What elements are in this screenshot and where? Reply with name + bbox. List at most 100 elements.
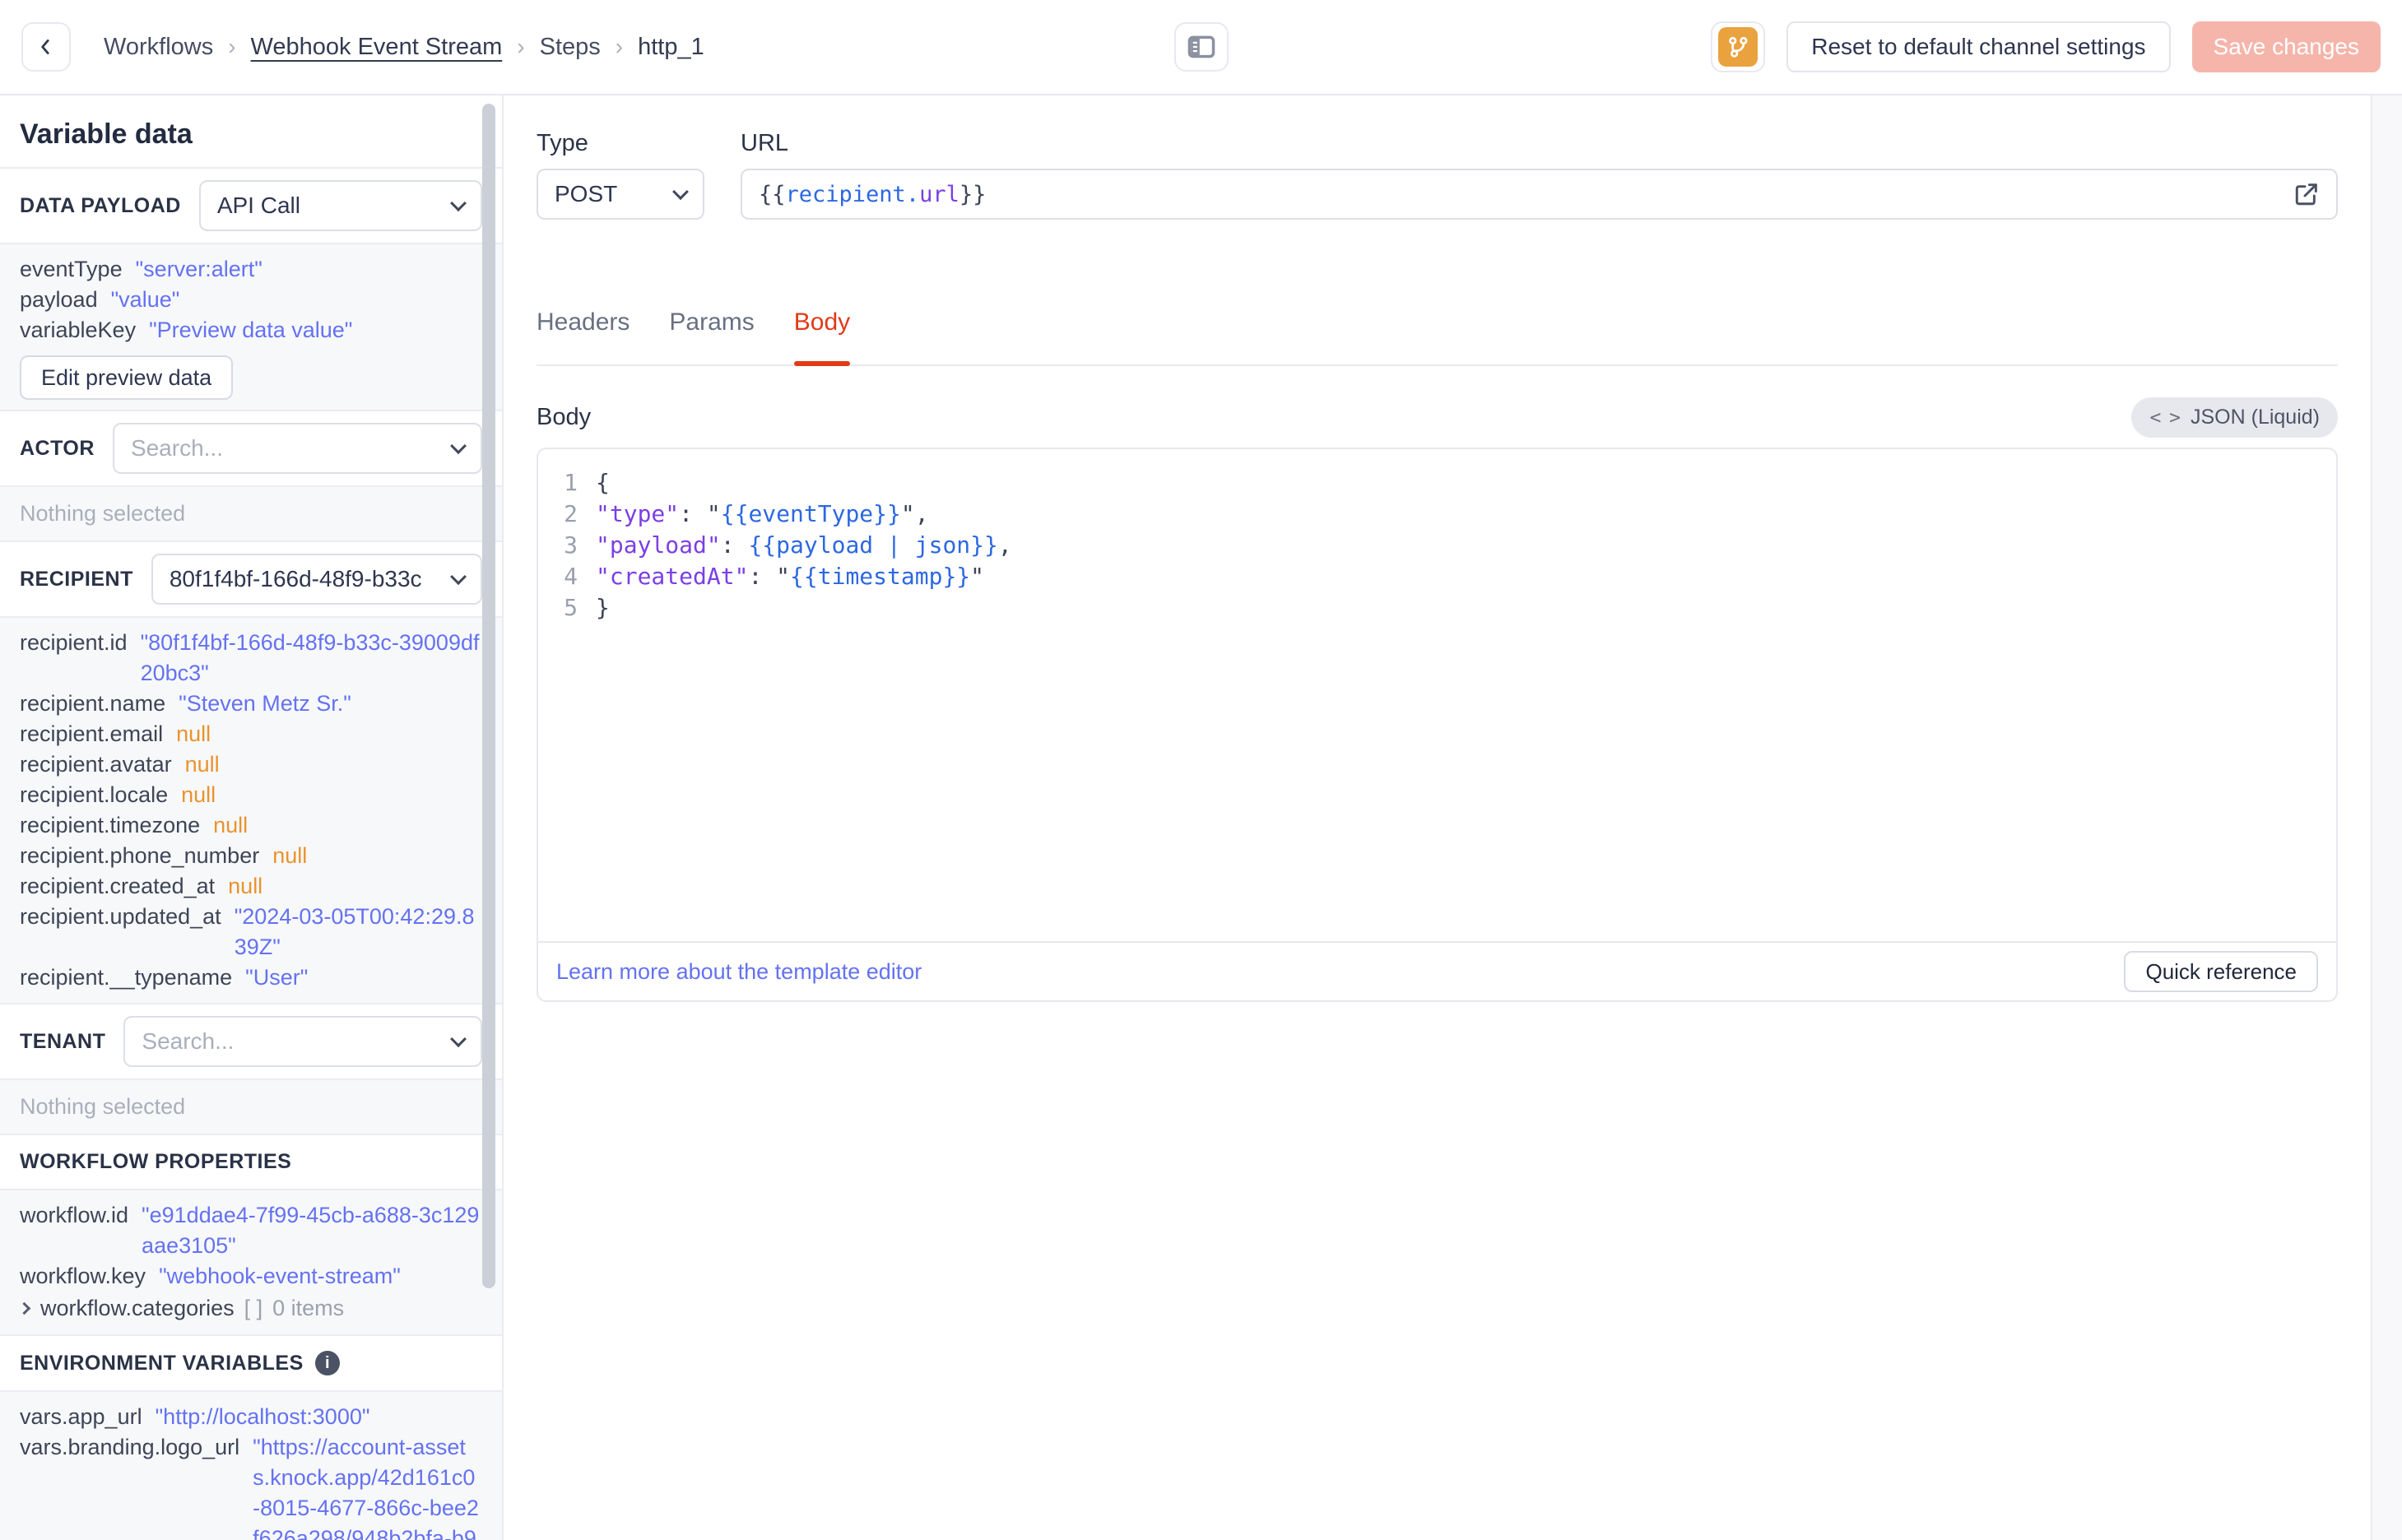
- property-row: recipient.email null: [20, 719, 482, 749]
- property-row: recipient.avatar null: [20, 749, 482, 780]
- data-payload-select[interactable]: API Call: [198, 180, 482, 231]
- url-value: {{recipient.url}}: [759, 182, 986, 207]
- workflow-props: workflow.id "e91ddae4-7f99-45cb-a688-3c12…: [20, 1200, 482, 1292]
- request-config-row: Type POST URL {{recipient.url}}: [537, 130, 2338, 220]
- save-changes-button[interactable]: Save changes: [2191, 21, 2381, 72]
- actor-empty-state: Nothing selected: [20, 501, 186, 526]
- property-value: null: [184, 752, 220, 777]
- property-key: workflow.key: [20, 1264, 146, 1288]
- edit-preview-data-button[interactable]: Edit preview data: [20, 355, 234, 400]
- chevron-down-icon: [450, 568, 467, 586]
- template-editor-docs-link[interactable]: Learn more about the template editor: [556, 959, 922, 985]
- property-row: recipient.phone_number null: [20, 841, 482, 871]
- commit-changes-button[interactable]: [1711, 21, 1766, 72]
- topbar-actions: Reset to default channel settings Save c…: [1711, 21, 2381, 72]
- line-number: 5: [564, 594, 578, 621]
- tab-headers[interactable]: Headers: [537, 308, 630, 364]
- line-number: 4: [564, 563, 578, 590]
- property-value: "e91ddae4-7f99-45cb-a688-3c129aae3105": [142, 1203, 480, 1258]
- editor-language-label: JSON (Liquid): [2191, 406, 2320, 429]
- editor-footer: Learn more about the template editor Qui…: [538, 941, 2336, 1000]
- external-link-icon[interactable]: [2293, 181, 2320, 207]
- property-row: vars.branding.logo_url "https://account-a…: [20, 1432, 482, 1540]
- tenant-empty-state: Nothing selected: [20, 1094, 186, 1119]
- property-value: "2024-03-05T00:42:29.839Z": [234, 904, 475, 959]
- syntax-token: {{eventType}}: [720, 500, 901, 527]
- panel-layout-icon: [1187, 34, 1216, 60]
- chevron-right-expander-icon[interactable]: [17, 1301, 31, 1315]
- property-row: recipient.id "80f1f4bf-166d-48f9-b33c-390…: [20, 628, 482, 689]
- tenant-label: TENANT: [20, 1029, 106, 1053]
- method-select[interactable]: POST: [537, 169, 704, 220]
- method-field: Type POST: [537, 130, 704, 220]
- breadcrumb-steps[interactable]: Steps: [540, 34, 601, 61]
- property-key: variableKey: [20, 318, 137, 342]
- syntax-token: :: [720, 531, 749, 559]
- syntax-token: ": [970, 563, 985, 590]
- property-key: payload: [20, 287, 98, 312]
- property-row: workflow.key "webhook-event-stream": [20, 1261, 482, 1292]
- body-label: Body: [537, 404, 592, 430]
- tenant-search-placeholder: Search...: [142, 1028, 235, 1054]
- sidebar-scrollbar-thumb[interactable]: [482, 104, 495, 1288]
- property-value: "value": [110, 287, 180, 312]
- git-branch-icon: [1718, 27, 1759, 67]
- request-tabs: Headers Params Body: [537, 308, 2338, 366]
- chevron-left-icon: [35, 36, 57, 58]
- step-editor-main: Type POST URL {{recipient.url}} Headers …: [505, 95, 2371, 1540]
- workflow-categories-brackets: [ ]: [244, 1296, 263, 1320]
- data-payload-preview: eventType "server:alert" payload "value" var…: [0, 243, 502, 411]
- breadcrumb-workflows[interactable]: Workflows: [104, 34, 213, 61]
- property-key: recipient.email: [20, 721, 164, 746]
- editor-language-badge: < > JSON (Liquid): [2131, 397, 2338, 438]
- url-input[interactable]: {{recipient.url}}: [741, 169, 2338, 220]
- property-value: null: [176, 721, 211, 746]
- url-field: URL {{recipient.url}}: [741, 130, 2338, 220]
- property-value: null: [272, 843, 308, 868]
- property-row: eventType "server:alert": [20, 254, 482, 285]
- sidebar-title: Variable data: [0, 95, 502, 169]
- data-payload-selected-value: API Call: [216, 192, 300, 218]
- actor-search-placeholder: Search...: [130, 435, 223, 461]
- property-value: "User": [245, 965, 309, 990]
- breadcrumb-separator: ›: [228, 34, 236, 59]
- top-bar: Workflows › Webhook Event Stream › Steps…: [0, 0, 2402, 95]
- chevron-down-icon: [450, 438, 467, 455]
- code-line: 4 "createdAt": "{{timestamp}}": [538, 561, 2336, 592]
- sidebar-toggle-button[interactable]: [1174, 22, 1229, 72]
- workflow-categories-count: 0 items: [272, 1296, 345, 1320]
- workflow-properties-header: WORKFLOW PROPERTIES: [0, 1135, 502, 1189]
- property-value: null: [228, 874, 263, 898]
- property-key: eventType: [20, 257, 123, 281]
- syntax-token: ": [776, 563, 791, 590]
- environment-variables-preview: vars.app_url "http://localhost:3000" vars.…: [0, 1390, 502, 1540]
- recipient-select[interactable]: 80f1f4bf-166d-48f9-b33c: [151, 554, 482, 605]
- tab-params[interactable]: Params: [669, 308, 754, 364]
- syntax-token: url: [919, 181, 959, 207]
- variable-data-sidebar: Variable data DATA PAYLOAD API Call even…: [0, 95, 504, 1540]
- line-number: 2: [564, 500, 578, 527]
- property-row: recipient.__typename "User": [20, 962, 482, 993]
- property-key: recipient.name: [20, 691, 166, 716]
- actor-search-select[interactable]: Search...: [112, 423, 482, 474]
- reset-channel-settings-button[interactable]: Reset to default channel settings: [1786, 21, 2171, 72]
- info-icon[interactable]: i: [314, 1351, 340, 1375]
- property-row: recipient.timezone null: [20, 810, 482, 841]
- quick-reference-button[interactable]: Quick reference: [2124, 951, 2318, 992]
- property-row: payload "value": [20, 285, 482, 315]
- property-key: recipient.locale: [20, 782, 169, 807]
- property-key: recipient.timezone: [20, 813, 201, 837]
- tenant-search-select[interactable]: Search...: [123, 1016, 482, 1067]
- back-button[interactable]: [21, 22, 71, 72]
- page-scrollbar-gutter[interactable]: [2371, 95, 2402, 1540]
- tenant-row: TENANT Search...: [0, 1004, 502, 1078]
- syntax-token: ,: [997, 531, 1012, 559]
- template-editor-card: 1{2 "type": "{{eventType}}", 3 "payload": {…: [537, 448, 2338, 1002]
- property-key: recipient.__typename: [20, 965, 233, 990]
- code-editor[interactable]: 1{2 "type": "{{eventType}}", 3 "payload": {…: [538, 449, 2336, 941]
- recipient-row: RECIPIENT 80f1f4bf-166d-48f9-b33c: [0, 542, 502, 616]
- tab-body[interactable]: Body: [793, 308, 851, 366]
- recipient-preview: recipient.id "80f1f4bf-166d-48f9-b33c-390…: [0, 616, 502, 1004]
- chevron-down-icon: [672, 183, 689, 201]
- breadcrumb-workflow-name[interactable]: Webhook Event Stream: [251, 34, 503, 61]
